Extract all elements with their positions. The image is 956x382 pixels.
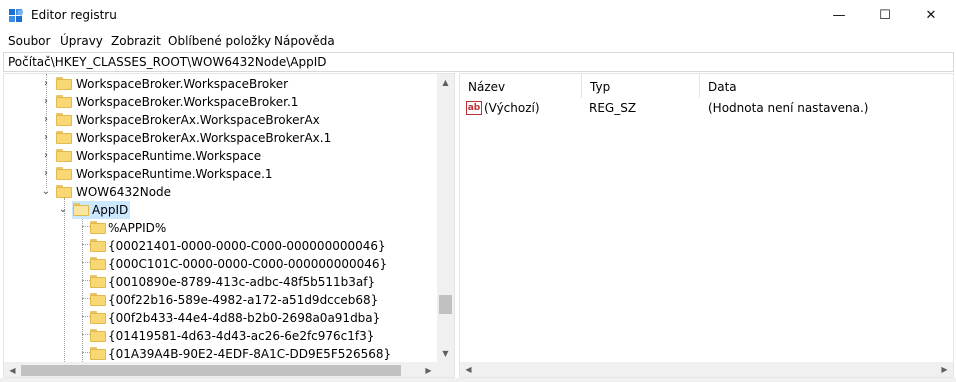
menu-bar: Soubor Úpravy Zobrazit Oblíbené položky …	[0, 31, 956, 51]
value-name: (Výchozí)	[484, 101, 540, 115]
folder-icon	[56, 167, 72, 180]
tree-item-label: WorkspaceBrokerAx.WorkspaceBrokerAx.1	[76, 131, 332, 145]
folder-icon	[56, 185, 72, 198]
scroll-thumb[interactable]	[21, 365, 401, 376]
folder-icon	[56, 149, 72, 162]
column-header-data[interactable]: Data	[700, 74, 953, 98]
tree-item[interactable]: {0010890e-8789-413c-adbc-48f5b511b3af}	[4, 273, 437, 291]
folder-icon	[90, 275, 106, 288]
maximize-icon: ☐	[879, 8, 891, 23]
collapse-chevron-icon[interactable]: ⌄	[40, 185, 52, 199]
tree-item-appid[interactable]: ⌄ AppID	[4, 201, 437, 219]
title-bar: Editor registru — ☐ ✕	[0, 0, 956, 31]
folder-icon	[56, 95, 72, 108]
folder-icon	[56, 77, 72, 90]
minimize-button[interactable]: —	[816, 0, 862, 31]
tree-item-label: WorkspaceBrokerAx.WorkspaceBrokerAx	[76, 113, 320, 127]
close-button[interactable]: ✕	[908, 0, 954, 31]
folder-icon	[90, 221, 106, 234]
tree-item-label: {01A39A4B-90E2-4EDF-8A1C-DD9E5F526568}	[108, 347, 392, 361]
scroll-left-icon[interactable]: ◀	[460, 362, 477, 377]
tree-item[interactable]: {01A39A4B-90E2-4EDF-8A1C-DD9E5F526568}	[4, 345, 437, 363]
column-header-type[interactable]: Typ	[582, 74, 700, 98]
tree-item-wow6432node[interactable]: ⌄ WOW6432Node	[4, 183, 437, 201]
value-type: REG_SZ	[589, 101, 637, 115]
tree-item[interactable]: {00021401-0000-0000-C000-000000000046}	[4, 237, 437, 255]
tree-item[interactable]: › WorkspaceRuntime.Workspace	[4, 147, 437, 165]
tree-item[interactable]: {000C101C-0000-0000-C000-000000000046}	[4, 255, 437, 273]
values-pane[interactable]: Název Typ Data ab (Výchozí) REG_SZ (Hodn…	[459, 73, 954, 378]
tree-item-label: WorkspaceRuntime.Workspace.1	[76, 167, 273, 181]
tree-item[interactable]: › WorkspaceBroker.WorkspaceBroker.1	[4, 93, 437, 111]
folder-icon	[90, 347, 106, 360]
scroll-up-icon[interactable]: ▲	[437, 74, 454, 91]
tree-item[interactable]: › WorkspaceBrokerAx.WorkspaceBrokerAx.1	[4, 129, 437, 147]
menu-oblibene-polozky[interactable]: Oblíbené položky	[168, 34, 271, 48]
address-bar[interactable]: Počítač\HKEY_CLASSES_ROOT\WOW6432Node\Ap…	[3, 52, 954, 72]
address-path[interactable]: Počítač\HKEY_CLASSES_ROOT\WOW6432Node\Ap…	[8, 55, 326, 69]
maximize-button[interactable]: ☐	[862, 0, 908, 31]
menu-napoveda[interactable]: Nápověda	[274, 34, 335, 48]
expand-chevron-icon[interactable]: ›	[40, 131, 52, 145]
collapse-chevron-icon[interactable]: ⌄	[57, 203, 69, 217]
tree-item[interactable]: {00f22b16-589e-4982-a172-a51d9dcceb68}	[4, 291, 437, 309]
tree-item-label: {00021401-0000-0000-C000-000000000046}	[108, 239, 386, 253]
key-tree-pane[interactable]: › WorkspaceBroker.WorkspaceBroker › Work…	[3, 73, 455, 378]
value-row[interactable]: ab (Výchozí) REG_SZ (Hodnota není nastav…	[460, 98, 953, 118]
scroll-right-icon[interactable]: ▶	[936, 362, 953, 377]
status-bar	[0, 378, 956, 382]
folder-open-icon	[73, 203, 89, 216]
folder-icon	[90, 293, 106, 306]
tree-item[interactable]: › WorkspaceBrokerAx.WorkspaceBrokerAx	[4, 111, 437, 129]
menu-upravy[interactable]: Úpravy	[60, 34, 103, 48]
tree-item-label: {0010890e-8789-413c-adbc-48f5b511b3af}	[108, 275, 376, 289]
close-icon: ✕	[925, 8, 937, 23]
expand-chevron-icon[interactable]: ›	[40, 95, 52, 109]
folder-icon	[90, 329, 106, 342]
scrollbar-corner	[437, 362, 454, 377]
regedit-icon	[9, 9, 23, 22]
tree-item-label: WorkspaceBroker.WorkspaceBroker.1	[76, 95, 299, 109]
expand-chevron-icon[interactable]: ›	[40, 77, 52, 91]
tree-item-label: WOW6432Node	[76, 185, 172, 199]
folder-icon	[56, 113, 72, 126]
folder-icon	[56, 131, 72, 144]
tree-item-label: {000C101C-0000-0000-C000-000000000046}	[108, 257, 388, 271]
tree-item[interactable]: {01419581-4d63-4d43-ac26-6e2fc976c1f3}	[4, 327, 437, 345]
expand-chevron-icon[interactable]: ›	[40, 149, 52, 163]
tree-item-label: %APPID%	[108, 221, 167, 235]
menu-zobrazit[interactable]: Zobrazit	[111, 34, 161, 48]
folder-icon	[90, 257, 106, 270]
column-header-name[interactable]: Název	[460, 74, 582, 98]
tree-item[interactable]: › WorkspaceRuntime.Workspace.1	[4, 165, 437, 183]
expand-chevron-icon[interactable]: ›	[40, 113, 52, 127]
window-title: Editor registru	[31, 8, 117, 22]
tree-item-label: AppID	[92, 203, 129, 217]
menu-soubor[interactable]: Soubor	[8, 34, 50, 48]
folder-icon	[90, 239, 106, 252]
scroll-down-icon[interactable]: ▼	[437, 345, 454, 362]
tree-item-label: {00f2b433-44e4-4d88-b2b0-2698a0a91dba}	[108, 311, 381, 325]
value-data: (Hodnota není nastavena.)	[708, 101, 869, 115]
tree-item[interactable]: %APPID%	[4, 219, 437, 237]
scroll-left-icon[interactable]: ◀	[4, 362, 21, 377]
tree-item-label: WorkspaceRuntime.Workspace	[76, 149, 262, 163]
tree-item-label: {00f22b16-589e-4982-a172-a51d9dcceb68}	[108, 293, 379, 307]
values-horizontal-scrollbar[interactable]: ◀ ▶	[460, 362, 953, 377]
tree-item[interactable]: › WorkspaceBroker.WorkspaceBroker	[4, 75, 437, 93]
minimize-icon: —	[832, 8, 846, 23]
folder-icon	[90, 311, 106, 324]
expand-chevron-icon[interactable]: ›	[40, 167, 52, 181]
tree-item-label: WorkspaceBroker.WorkspaceBroker	[76, 77, 289, 91]
scroll-thumb[interactable]	[439, 295, 452, 314]
tree-item[interactable]: {00f2b433-44e4-4d88-b2b0-2698a0a91dba}	[4, 309, 437, 327]
tree-vertical-scrollbar[interactable]: ▲ ▼	[437, 74, 454, 362]
string-value-icon: ab	[466, 101, 482, 115]
tree-item-label: {01419581-4d63-4d43-ac26-6e2fc976c1f3}	[108, 329, 375, 343]
scroll-right-icon[interactable]: ▶	[420, 362, 437, 377]
tree-horizontal-scrollbar[interactable]: ◀ ▶	[4, 362, 437, 377]
